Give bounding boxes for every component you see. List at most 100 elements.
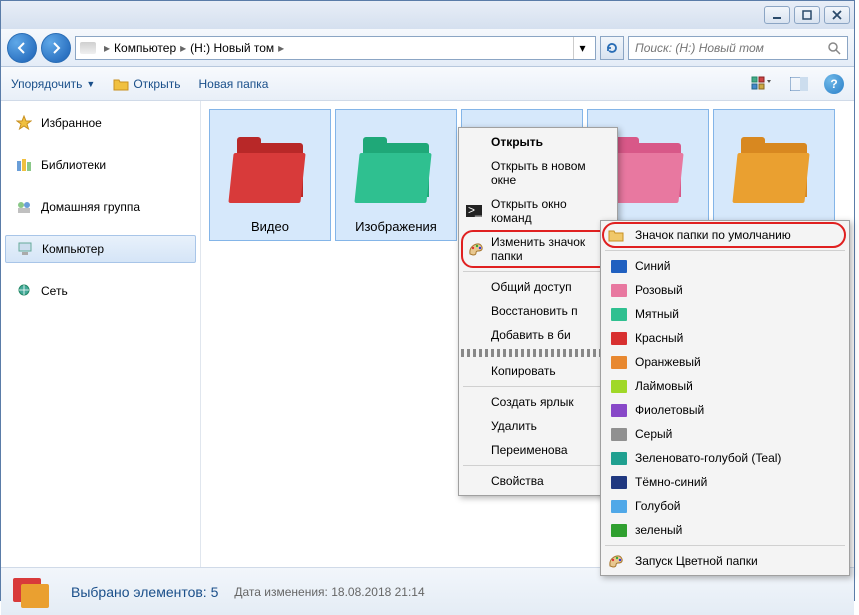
sidebar-item-label: Компьютер <box>42 242 104 256</box>
sidebar-item-computer[interactable]: Компьютер <box>5 235 196 263</box>
color-swatch-icon <box>611 404 627 417</box>
ctx-open[interactable]: Открыть <box>461 130 615 154</box>
color-swatch-icon <box>611 428 627 441</box>
ctx-open-new-window[interactable]: Открыть в новом окне <box>461 154 615 192</box>
status-icon <box>13 574 55 610</box>
color-swatch-icon <box>611 260 627 273</box>
palette-icon <box>607 553 625 569</box>
ctx-color-option[interactable]: Синий <box>603 254 847 278</box>
search-box[interactable] <box>628 36 848 60</box>
color-swatch-icon <box>611 284 627 297</box>
breadcrumb-separator: ▸ <box>278 41 284 55</box>
sidebar-item-label: Сеть <box>41 284 68 298</box>
ctx-color-option[interactable]: Фиолетовый <box>603 398 847 422</box>
ctx-color-option[interactable]: Оранжевый <box>603 350 847 374</box>
ctx-launch-colored-folder[interactable]: Запуск Цветной папки <box>603 549 847 573</box>
color-label: Зеленовато-голубой (Teal) <box>635 451 781 465</box>
ctx-create-shortcut[interactable]: Создать ярлык <box>461 390 615 414</box>
color-swatch-icon <box>611 332 627 345</box>
maximize-button[interactable] <box>794 6 820 24</box>
ctx-rename[interactable]: Переименова <box>461 438 615 462</box>
computer-icon <box>16 241 34 257</box>
ctx-color-option[interactable]: Мятный <box>603 302 847 326</box>
titlebar <box>1 1 854 29</box>
menu-tear <box>461 349 615 357</box>
ctx-color-option[interactable]: Голубой <box>603 494 847 518</box>
color-label: зеленый <box>635 523 682 537</box>
sidebar-item-homegroup[interactable]: Домашняя группа <box>1 193 200 221</box>
navigation-pane: Избранное Библиотеки Домашняя группа Ком… <box>1 101 201 567</box>
homegroup-icon <box>15 199 33 215</box>
color-label: Оранжевый <box>635 355 701 369</box>
ctx-color-option[interactable]: Серый <box>603 422 847 446</box>
refresh-button[interactable] <box>600 36 624 60</box>
minimize-button[interactable] <box>764 6 790 24</box>
color-swatch-icon <box>611 380 627 393</box>
ctx-color-option[interactable]: Красный <box>603 326 847 350</box>
color-label: Голубой <box>635 499 681 513</box>
color-swatch-icon <box>611 476 627 489</box>
sidebar-item-favorites[interactable]: Избранное <box>1 109 200 137</box>
sidebar-item-label: Избранное <box>41 116 102 130</box>
ctx-add-library[interactable]: Добавить в би▸ <box>461 323 615 347</box>
breadcrumb-drive[interactable]: (H:) Новый том <box>190 41 274 55</box>
view-options-button[interactable] <box>748 73 774 95</box>
address-bar[interactable]: ▸ Компьютер ▸ (H:) Новый том ▸ ▾ <box>75 36 596 60</box>
preview-pane-button[interactable] <box>786 73 812 95</box>
drive-icon <box>80 42 96 54</box>
help-button[interactable]: ? <box>824 74 844 94</box>
ctx-share[interactable]: Общий доступ▸ <box>461 275 615 299</box>
sidebar-item-network[interactable]: Сеть <box>1 277 200 305</box>
color-swatch-icon <box>611 356 627 369</box>
breadcrumb-separator: ▸ <box>180 41 186 55</box>
folder-item[interactable]: Видео <box>209 109 331 241</box>
color-swatch-icon <box>611 452 627 465</box>
color-label: Тёмно-синий <box>635 475 707 489</box>
ctx-color-option[interactable]: Зеленовато-голубой (Teal) <box>603 446 847 470</box>
ctx-open-cmd[interactable]: >_ Открыть окно команд <box>461 192 615 230</box>
network-icon <box>15 283 33 299</box>
breadcrumb-computer[interactable]: Компьютер <box>114 41 176 55</box>
ctx-delete[interactable]: Удалить <box>461 414 615 438</box>
ctx-properties[interactable]: Свойства <box>461 469 615 493</box>
toolbar: Упорядочить ▼ Открыть Новая папка ? <box>1 67 854 101</box>
ctx-default-icon[interactable]: Значок папки по умолчанию <box>603 223 847 247</box>
color-label: Мятный <box>635 307 679 321</box>
status-date-value: 18.08.2018 21:14 <box>331 585 424 599</box>
search-icon <box>827 41 841 55</box>
close-button[interactable] <box>824 6 850 24</box>
address-dropdown[interactable]: ▾ <box>573 37 591 59</box>
folder-icon <box>609 143 687 207</box>
color-swatch-icon <box>611 500 627 513</box>
sidebar-item-label: Библиотеки <box>41 158 106 172</box>
ctx-copy[interactable]: Копировать <box>461 359 615 383</box>
context-submenu-colors: Значок папки по умолчанию Синий Розовый Мя… <box>600 220 850 576</box>
ctx-color-option[interactable]: Лаймовый <box>603 374 847 398</box>
ctx-restore[interactable]: Восстановить п <box>461 299 615 323</box>
ctx-color-option[interactable]: Тёмно-синий <box>603 470 847 494</box>
sidebar-item-libraries[interactable]: Библиотеки <box>1 151 200 179</box>
sidebar-item-label: Домашняя группа <box>41 200 140 214</box>
libraries-icon <box>15 157 33 173</box>
status-date-label: Дата изменения: <box>234 585 328 599</box>
folder-label: Видео <box>251 219 289 234</box>
color-label: Фиолетовый <box>635 403 704 417</box>
search-input[interactable] <box>635 41 827 55</box>
folder-icon <box>357 143 435 207</box>
ctx-color-option[interactable]: зеленый <box>603 518 847 542</box>
folder-item[interactable]: Изображения <box>335 109 457 241</box>
ctx-change-folder-icon[interactable]: Изменить значок папки ▸ <box>461 230 615 268</box>
color-swatch-icon <box>611 308 627 321</box>
folder-icon <box>113 77 129 91</box>
status-selected: Выбрано элементов: 5 <box>71 584 218 600</box>
organize-button[interactable]: Упорядочить ▼ <box>11 77 95 91</box>
color-label: Синий <box>635 259 670 273</box>
open-button[interactable]: Открыть <box>113 77 180 91</box>
back-button[interactable] <box>7 33 37 63</box>
color-label: Розовый <box>635 283 683 297</box>
svg-text:>_: >_ <box>468 205 482 217</box>
ctx-color-option[interactable]: Розовый <box>603 278 847 302</box>
new-folder-button[interactable]: Новая папка <box>198 77 268 91</box>
forward-button[interactable] <box>41 33 71 63</box>
palette-icon <box>467 241 485 257</box>
